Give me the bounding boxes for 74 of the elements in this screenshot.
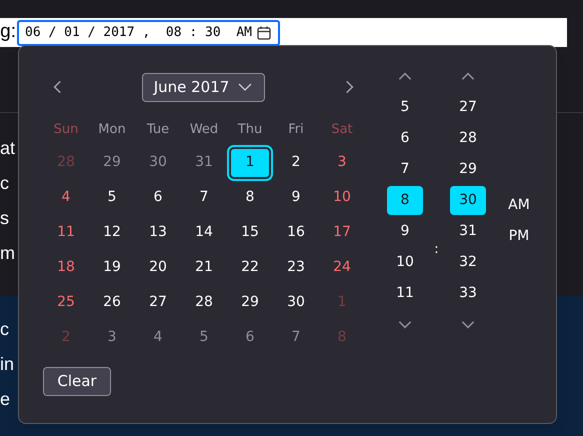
day-cell[interactable]: 27 — [137, 286, 179, 318]
time-option[interactable]: 8 — [387, 186, 423, 215]
day-cell[interactable]: 26 — [91, 286, 133, 318]
time-option[interactable]: 28 — [450, 124, 486, 153]
time-option[interactable]: 33 — [450, 279, 486, 308]
day-cell[interactable]: 8 — [229, 182, 271, 214]
day-cell[interactable]: 24 — [321, 252, 363, 284]
time-option[interactable]: 31 — [450, 217, 486, 246]
time-option[interactable]: 9 — [387, 217, 423, 246]
clear-button[interactable]: Clear — [43, 367, 111, 396]
text-fragment: e — [0, 388, 10, 411]
day-cell[interactable]: 7 — [183, 182, 225, 214]
text-fragment: at — [0, 137, 16, 160]
day-cell[interactable]: 7 — [275, 322, 317, 354]
day-cell[interactable]: 29 — [229, 286, 271, 318]
calendar-icon[interactable] — [256, 24, 272, 40]
time-option[interactable]: 27 — [450, 93, 486, 122]
datetime-input-field[interactable]: 06 / 01 / 2017 , 08 : 30 AM — [17, 20, 280, 46]
text-fragment: m — [0, 242, 15, 265]
weekday-label: Mon — [98, 121, 126, 140]
day-cell[interactable]: 13 — [137, 216, 179, 248]
day-cell[interactable]: 12 — [91, 216, 133, 248]
day-cell[interactable]: 17 — [321, 216, 363, 248]
day-cell[interactable]: 2 — [275, 146, 317, 178]
weekday-label: Sat — [331, 121, 353, 140]
day-cell[interactable]: 16 — [275, 216, 317, 248]
day-cell[interactable]: 25 — [45, 286, 87, 318]
text-fragment: in — [0, 353, 14, 376]
time-option[interactable]: 5 — [387, 93, 423, 122]
day-cell[interactable]: 28 — [183, 286, 225, 318]
day-cell[interactable]: 29 — [91, 146, 133, 178]
time-option[interactable]: 10 — [387, 248, 423, 277]
weekday-label: Wed — [190, 121, 218, 140]
day-cell[interactable]: 9 — [275, 182, 317, 214]
day-cell[interactable]: 20 — [137, 252, 179, 284]
field-label: g: — [0, 20, 16, 44]
text-fragment: c — [0, 318, 9, 341]
time-option[interactable]: 6 — [387, 124, 423, 153]
day-cell[interactable]: 21 — [183, 252, 225, 284]
day-cell[interactable]: 6 — [229, 322, 271, 354]
day-cell[interactable]: 31 — [183, 146, 225, 178]
time-option[interactable]: 32 — [450, 248, 486, 277]
day-cell[interactable]: 1 — [229, 146, 271, 178]
weekday-label: Tue — [146, 121, 170, 140]
day-cell[interactable]: 30 — [137, 146, 179, 178]
month-year-select[interactable]: June 2017 — [142, 72, 265, 102]
time-option[interactable]: 30 — [450, 186, 486, 215]
day-cell[interactable]: 3 — [91, 322, 133, 354]
day-cell[interactable]: 22 — [229, 252, 271, 284]
day-cell[interactable]: 3 — [321, 146, 363, 178]
day-cell[interactable]: 5 — [91, 182, 133, 214]
day-cell[interactable]: 4 — [45, 182, 87, 214]
day-cell[interactable]: 5 — [183, 322, 225, 354]
weekday-label: Thu — [238, 121, 262, 140]
text-fragment: s — [0, 207, 9, 230]
day-cell[interactable]: 23 — [275, 252, 317, 284]
day-cell[interactable]: 19 — [91, 252, 133, 284]
meridiem-option[interactable]: AM — [499, 190, 539, 221]
meridiem-option[interactable]: PM — [499, 221, 539, 252]
day-cell[interactable]: 10 — [321, 182, 363, 214]
text-fragment: c — [0, 172, 9, 195]
day-cell[interactable]: 18 — [45, 252, 87, 284]
day-cell[interactable]: 14 — [183, 216, 225, 248]
day-cell[interactable]: 6 — [137, 182, 179, 214]
weekday-label: Sun — [54, 121, 78, 140]
time-option[interactable]: 7 — [387, 155, 423, 184]
day-cell[interactable]: 11 — [45, 216, 87, 248]
day-cell[interactable]: 30 — [275, 286, 317, 318]
time-option[interactable]: 29 — [450, 155, 486, 184]
weekday-label: Fri — [288, 121, 304, 140]
time-option[interactable]: 11 — [387, 279, 423, 308]
day-cell[interactable]: 4 — [137, 322, 179, 354]
time-separator: : — [434, 241, 439, 259]
day-cell[interactable]: 15 — [229, 216, 271, 248]
